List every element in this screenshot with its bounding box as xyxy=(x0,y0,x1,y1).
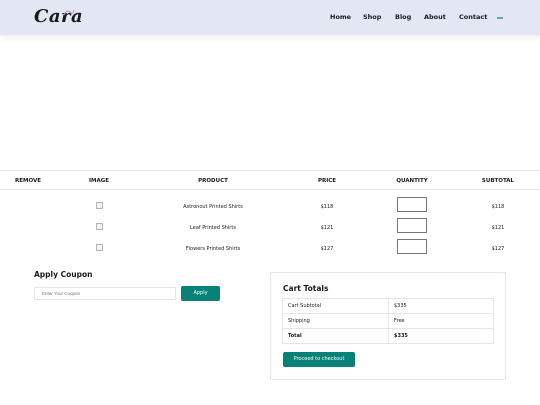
table-row: Flowers Printed Shirts $127 $127 xyxy=(0,239,540,264)
nav-shop[interactable]: Shop xyxy=(363,13,381,21)
col-price: PRICE xyxy=(317,178,337,184)
totals-label: Shipping xyxy=(282,313,389,329)
product-image-icon xyxy=(96,244,103,251)
totals-value: Free xyxy=(388,313,494,329)
col-product: PRODUCT xyxy=(198,178,228,184)
col-subtotal: SUBTOTAL xyxy=(481,178,515,184)
product-image-icon xyxy=(96,223,103,230)
nav-cart-icon[interactable] xyxy=(497,17,503,19)
product-name: Flowers Printed Shirts xyxy=(185,246,241,252)
product-price: $118 xyxy=(320,204,334,210)
product-subtotal: $127 xyxy=(491,246,505,252)
product-price: $127 xyxy=(320,246,334,252)
totals-label: Cart Subtotal xyxy=(282,298,389,314)
totals-row: Cart Subtotal $335 xyxy=(282,298,494,314)
table-row: Astronout Printed Shirts $118 $118 xyxy=(0,197,540,222)
nav-blog[interactable]: Blog xyxy=(395,13,411,21)
col-quantity: QUANTITY xyxy=(396,178,428,184)
product-price: $121 xyxy=(320,225,334,231)
apply-coupon-button[interactable]: Apply xyxy=(181,286,220,301)
product-subtotal: $118 xyxy=(491,204,505,210)
site-header: Cara Home Shop Blog About Contact xyxy=(0,0,540,35)
logo-flourish-icon xyxy=(63,9,75,16)
totals-label: Total xyxy=(282,328,389,344)
col-image: IMAGE xyxy=(88,178,110,184)
table-row: Leaf Printed Shirts $121 $121 xyxy=(0,218,540,243)
proceed-to-checkout-button[interactable]: Proceed to checkout xyxy=(283,352,355,367)
nav-about[interactable]: About xyxy=(424,13,446,21)
logo[interactable]: Cara xyxy=(34,6,83,27)
quantity-input[interactable] xyxy=(397,197,427,212)
totals-row: Total $335 xyxy=(282,328,494,344)
cart-totals-table: Cart Subtotal $335 Shipping Free Total $… xyxy=(282,298,494,344)
totals-value: $335 xyxy=(388,328,494,344)
cart-totals-title: Cart Totals xyxy=(283,284,329,293)
nav-contact[interactable]: Contact xyxy=(459,13,487,21)
nav-home[interactable]: Home xyxy=(330,13,351,21)
totals-row: Shipping Free xyxy=(282,313,494,329)
product-name: Astronout Printed Shirts xyxy=(183,204,243,210)
totals-value: $335 xyxy=(388,298,494,314)
product-name: Leaf Printed Shirts xyxy=(190,225,236,231)
cart-table-header: REMOVE IMAGE PRODUCT PRICE QUANTITY SUBT… xyxy=(0,170,540,190)
product-image-icon xyxy=(96,202,103,209)
quantity-input[interactable] xyxy=(397,218,427,233)
quantity-input[interactable] xyxy=(397,239,427,254)
coupon-title: Apply Coupon xyxy=(34,270,93,279)
col-remove: REMOVE xyxy=(14,178,41,184)
coupon-input[interactable] xyxy=(34,287,176,300)
product-subtotal: $121 xyxy=(491,225,505,231)
